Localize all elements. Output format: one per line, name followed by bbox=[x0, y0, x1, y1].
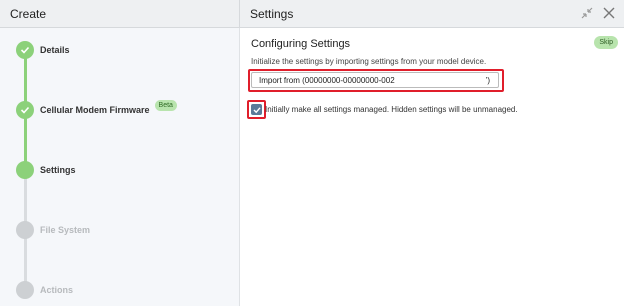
pending-step-dot-icon bbox=[16, 281, 34, 299]
collapse-arrows-icon[interactable] bbox=[580, 6, 594, 20]
manage-all-settings-label: Initially make all settings managed. Hid… bbox=[265, 105, 518, 114]
check-icon bbox=[16, 41, 34, 59]
step-label: File System bbox=[40, 225, 91, 235]
current-step-dot-icon bbox=[16, 161, 34, 179]
settings-content: Configuring Settings Skip Initialize the… bbox=[240, 28, 624, 306]
create-title: Create bbox=[10, 6, 47, 21]
step-settings[interactable]: Settings bbox=[16, 161, 76, 179]
step-label: Details bbox=[40, 45, 70, 55]
step-actions: Actions bbox=[16, 281, 73, 299]
import-from-value: Import from (00000000-00000000-002 bbox=[259, 75, 395, 85]
beta-badge: Beta bbox=[154, 99, 177, 111]
settings-title: Settings bbox=[250, 6, 294, 21]
check-icon bbox=[16, 101, 34, 119]
close-icon[interactable] bbox=[602, 6, 616, 20]
import-from-suffix: ’) bbox=[485, 75, 490, 85]
wizard-steps-sidebar: Details Cellular Modem Firmware Beta Set… bbox=[0, 28, 240, 306]
step-details[interactable]: Details bbox=[16, 41, 70, 59]
manage-all-settings-checkbox[interactable] bbox=[251, 104, 262, 115]
create-panel-header: Create bbox=[0, 0, 240, 28]
checkmark-icon bbox=[253, 106, 261, 113]
step-label: Cellular Modem Firmware bbox=[40, 105, 150, 115]
skip-button[interactable]: Skip bbox=[594, 36, 618, 49]
settings-panel-header: Settings bbox=[240, 0, 624, 28]
page-title: Configuring Settings bbox=[251, 38, 351, 50]
step-file-system: File System bbox=[16, 221, 90, 239]
settings-description: Initialize the settings by importing set… bbox=[251, 57, 487, 66]
step-label: Settings bbox=[40, 165, 76, 175]
import-from-select[interactable]: Import from (00000000-00000000-002 ’) bbox=[251, 72, 499, 88]
step-label: Actions bbox=[40, 285, 74, 295]
step-cellular-modem-firmware[interactable]: Cellular Modem Firmware Beta bbox=[16, 99, 177, 119]
pending-step-dot-icon bbox=[16, 221, 34, 239]
